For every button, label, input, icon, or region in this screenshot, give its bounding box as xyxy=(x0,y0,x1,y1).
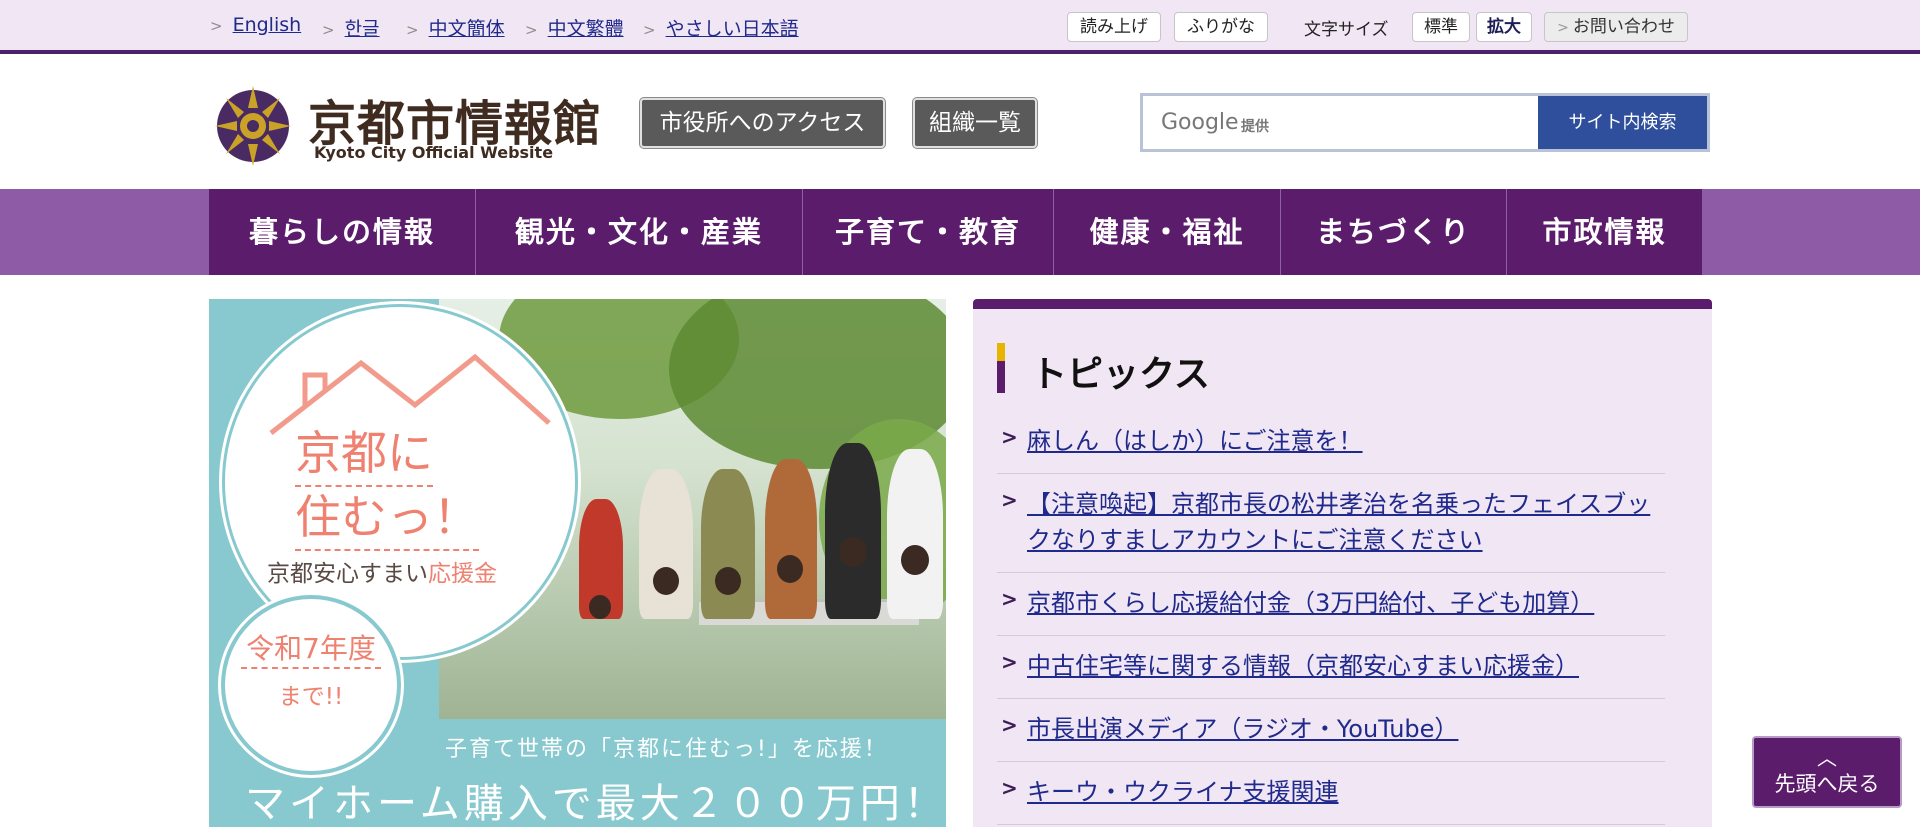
nav-item-childcare-education[interactable]: 子育て・教育 xyxy=(803,189,1054,275)
topics-title: トピックス xyxy=(1031,354,1210,395)
lang-label: 中文簡体 xyxy=(428,18,505,40)
chevron-right-icon: > xyxy=(1001,650,1018,674)
nav-item-living[interactable]: 暮らしの情報 xyxy=(209,189,476,275)
nav-item-city-administration[interactable]: 市政情報 xyxy=(1507,189,1702,275)
read-aloud-button[interactable]: 読み上げ xyxy=(1067,12,1161,42)
contact-button[interactable]: > お問い合わせ xyxy=(1544,12,1688,42)
topic-link[interactable]: 【注意喚起】京都市長の松井孝治を名乗ったフェイスブックなりすましアカウントにご注… xyxy=(1027,490,1650,554)
hero-title-line2: 住むっ！ xyxy=(295,481,479,551)
google-provided-label: 提供 xyxy=(1241,119,1269,135)
list-item: > 市長出演メディア（ラジオ・YouTube） xyxy=(997,699,1665,762)
chevron-right-icon: > xyxy=(1001,587,1018,611)
chevron-right-icon: > xyxy=(525,21,538,39)
hero-subtitle-plain: 京都安心すまい xyxy=(267,561,428,587)
back-to-top-button[interactable]: ︿ 先頭へ戻る xyxy=(1752,736,1902,808)
lang-label: 中文繁體 xyxy=(547,18,624,40)
lang-label: 한글 xyxy=(344,18,380,40)
lang-link-easy-japanese[interactable]: > やさしい日本語 xyxy=(643,14,799,41)
nav-item-health-welfare[interactable]: 健康・福祉 xyxy=(1054,189,1281,275)
city-hall-access-button[interactable]: 市役所へのアクセス xyxy=(639,97,886,149)
contact-label: お問い合わせ xyxy=(1572,17,1675,37)
chevron-right-icon: > xyxy=(322,21,335,39)
lang-link-simplified-chinese[interactable]: > 中文簡体 xyxy=(406,14,505,41)
hero-banner[interactable]: 京都に 住むっ！ 京都安心すまい応援金 令和7年度 まで!! 子育て世帯の「京都… xyxy=(209,299,946,827)
site-search-button[interactable]: サイト内検索 xyxy=(1538,96,1707,149)
font-standard-button[interactable]: 標準 xyxy=(1412,12,1470,42)
hero-subtitle: 京都安心すまい応援金 xyxy=(267,554,497,588)
topic-link[interactable]: キーウ・ウクライナ支援関連 xyxy=(1027,778,1339,806)
site-name-en: Kyoto City Official Website xyxy=(314,143,554,162)
topic-link[interactable]: 京都市くらし応援給付金（3万円給付、子ども加算） xyxy=(1027,589,1594,617)
site-search: Google 提供 サイト内検索 xyxy=(1140,93,1710,152)
nav-item-tourism-culture-industry[interactable]: 観光・文化・産業 xyxy=(476,189,803,275)
list-item: > 【注意喚起】京都市長の松井孝治を名乗ったフェイスブックなりすましアカウントにご… xyxy=(997,474,1665,573)
hero-subtitle-accent: 応援金 xyxy=(428,561,497,587)
font-size-label: 文字サイズ xyxy=(1304,20,1389,40)
search-input[interactable] xyxy=(1273,102,1533,144)
chevron-right-icon: > xyxy=(406,21,419,39)
topic-link[interactable]: 市長出演メディア（ラジオ・YouTube） xyxy=(1027,715,1458,743)
topic-link[interactable]: 中古住宅等に関する情報（京都安心すまい応援金） xyxy=(1027,652,1579,680)
list-item: > キーウ・ウクライナ支援関連 xyxy=(997,762,1665,825)
topics-heading-bar xyxy=(997,343,1005,393)
lang-link-korean[interactable]: > 한글 xyxy=(322,14,380,41)
nav-item-town-planning[interactable]: まちづくり xyxy=(1281,189,1507,275)
global-nav: 暮らしの情報 観光・文化・産業 子育て・教育 健康・福祉 まちづくり 市政情報 xyxy=(209,189,1702,275)
furigana-button[interactable]: ふりがな xyxy=(1174,12,1268,42)
list-item: > 京都市くらし応援給付金（3万円給付、子ども加算） xyxy=(997,573,1665,636)
organization-list-button[interactable]: 組織一覧 xyxy=(912,97,1038,149)
utility-bar: > English > 한글 > 中文簡体 > 中文繁體 > やさしい日本語 読み上げ ふ… xyxy=(0,0,1920,54)
lang-link-traditional-chinese[interactable]: > 中文繁體 xyxy=(525,14,624,41)
topics-panel: トピックス > 麻しん（はしか）にご注意を！ > 【注意喚起】京都市長の松井孝治を名… xyxy=(973,299,1712,827)
hero-year: 令和7年度 xyxy=(241,627,381,669)
list-item: > 中古住宅等に関する情報（京都安心すまい応援金） xyxy=(997,636,1665,699)
chevron-right-icon: > xyxy=(1001,425,1018,449)
chevron-right-icon: > xyxy=(210,17,223,35)
lang-link-english[interactable]: > English xyxy=(210,14,301,36)
kyoto-city-emblem-icon xyxy=(215,86,291,166)
chevron-right-icon: > xyxy=(1001,488,1018,512)
topic-link[interactable]: 麻しん（はしか）にご注意を！ xyxy=(1027,427,1363,455)
hero-catch-line2: マイホーム購入で最大２００万円！ xyxy=(245,781,946,827)
chevron-right-icon: > xyxy=(643,21,656,39)
lang-label: English xyxy=(232,14,302,36)
hero-title-line1: 京都に xyxy=(295,417,433,487)
google-logo: Google xyxy=(1161,110,1239,135)
chevron-right-icon: > xyxy=(1557,20,1569,36)
hero-until: まで!! xyxy=(278,684,344,710)
chevron-up-icon: ︿ xyxy=(1817,746,1837,770)
font-large-button[interactable]: 拡大 xyxy=(1476,12,1532,42)
lang-label: やさしい日本語 xyxy=(665,18,799,40)
chevron-right-icon: > xyxy=(1001,776,1018,800)
back-to-top-label: 先頭へ戻る xyxy=(1774,772,1880,796)
topics-list: > 麻しん（はしか）にご注意を！ > 【注意喚起】京都市長の松井孝治を名乗ったフェイ… xyxy=(997,411,1665,825)
chevron-right-icon: > xyxy=(1001,713,1018,737)
hero-catch-line1: 子育て世帯の「京都に住むっ!」を応援！ xyxy=(445,737,888,762)
list-item: > 麻しん（はしか）にご注意を！ xyxy=(997,411,1665,474)
